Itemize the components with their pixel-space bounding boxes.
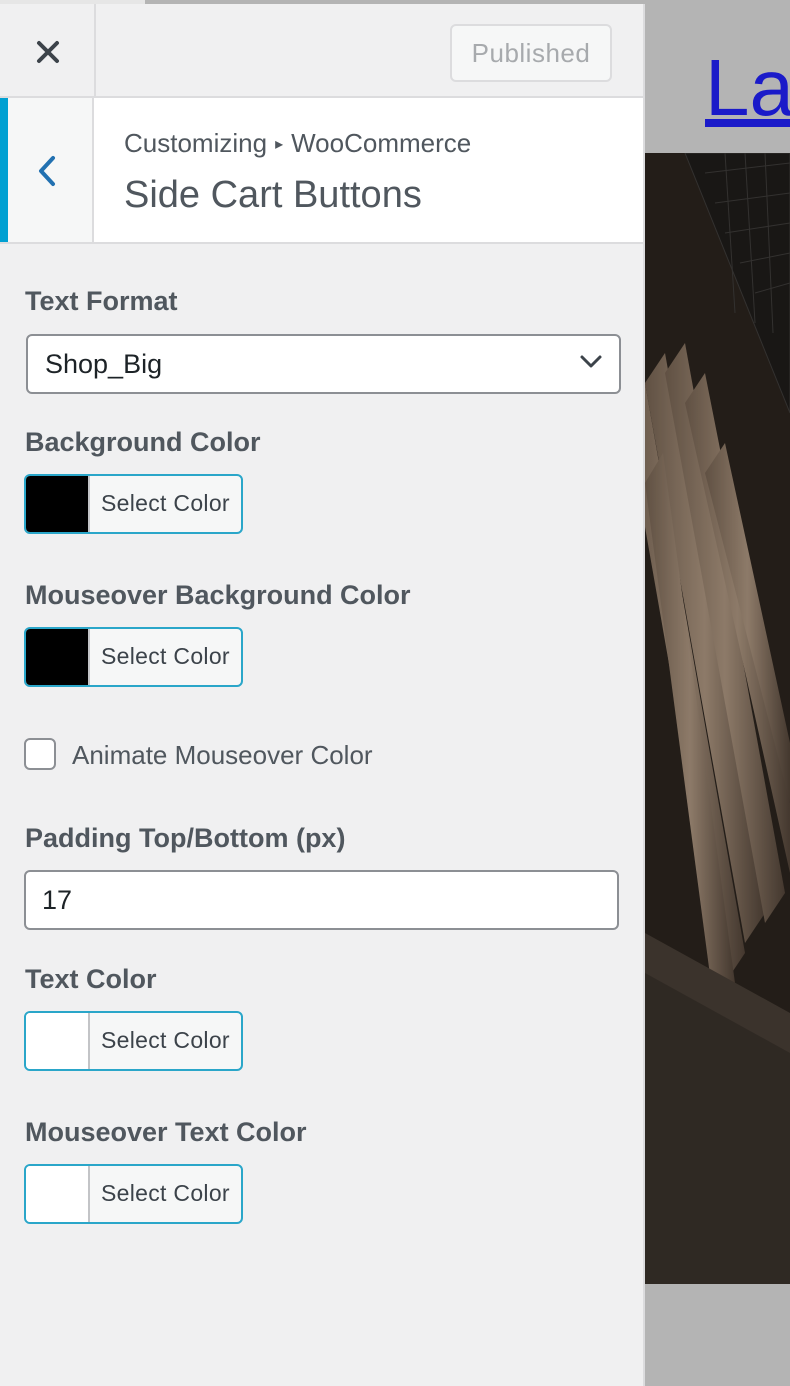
hero-architecture-image [645,153,790,1284]
background-color-button-label: Select Color [101,490,230,516]
customizer-panel: Published Customizing ▸ WooCommerce Side C… [0,4,645,1386]
background-color-swatch [26,476,90,532]
site-preview: La [645,4,790,1386]
mouseover-text-color-button[interactable]: Select Color [24,1164,243,1224]
text-color-swatch [26,1013,90,1069]
padding-label: Padding Top/Bottom (px) [25,823,346,853]
back-button[interactable] [0,98,94,242]
mouseover-text-color-button-label: Select Color [101,1180,230,1206]
breadcrumb-root: Customizing [124,128,268,158]
breadcrumb-parent: WooCommerce [291,128,472,158]
breadcrumb: Customizing ▸ WooCommerce [124,128,471,159]
mouseover-background-color-button-label: Select Color [101,643,230,669]
animate-mouseover-checkbox[interactable] [24,738,56,770]
text-color-button[interactable]: Select Color [24,1011,243,1071]
chevron-down-icon [580,355,602,368]
mouseover-text-color-label: Mouseover Text Color [25,1117,307,1147]
text-color-button-label: Select Color [101,1027,230,1053]
animate-mouseover-label[interactable]: Animate Mouseover Color [72,740,373,771]
text-format-value: Shop_Big [45,348,163,379]
site-title-link[interactable]: La [705,42,790,134]
background-color-label: Background Color [25,427,261,457]
breadcrumb-separator-icon: ▸ [275,136,284,153]
publish-button[interactable]: Published [450,24,612,82]
text-format-select[interactable]: Shop_Big [26,334,621,394]
mouseover-background-color-label: Mouseover Background Color [25,580,411,610]
chevron-left-icon [39,156,55,186]
close-icon [37,41,59,63]
background-color-button[interactable]: Select Color [24,474,243,534]
padding-input[interactable] [24,870,619,930]
mouseover-background-color-button[interactable]: Select Color [24,627,243,687]
section-header: Customizing ▸ WooCommerce Side Cart Button… [0,98,643,244]
hero-image [645,153,790,1284]
mouseover-text-color-swatch [26,1166,90,1222]
close-button[interactable] [0,4,96,96]
text-format-label: Text Format [25,286,178,316]
section-title: Side Cart Buttons [124,174,422,216]
mouseover-background-color-swatch [26,629,90,685]
text-color-label: Text Color [25,964,157,994]
customizer-topbar: Published [0,4,643,98]
